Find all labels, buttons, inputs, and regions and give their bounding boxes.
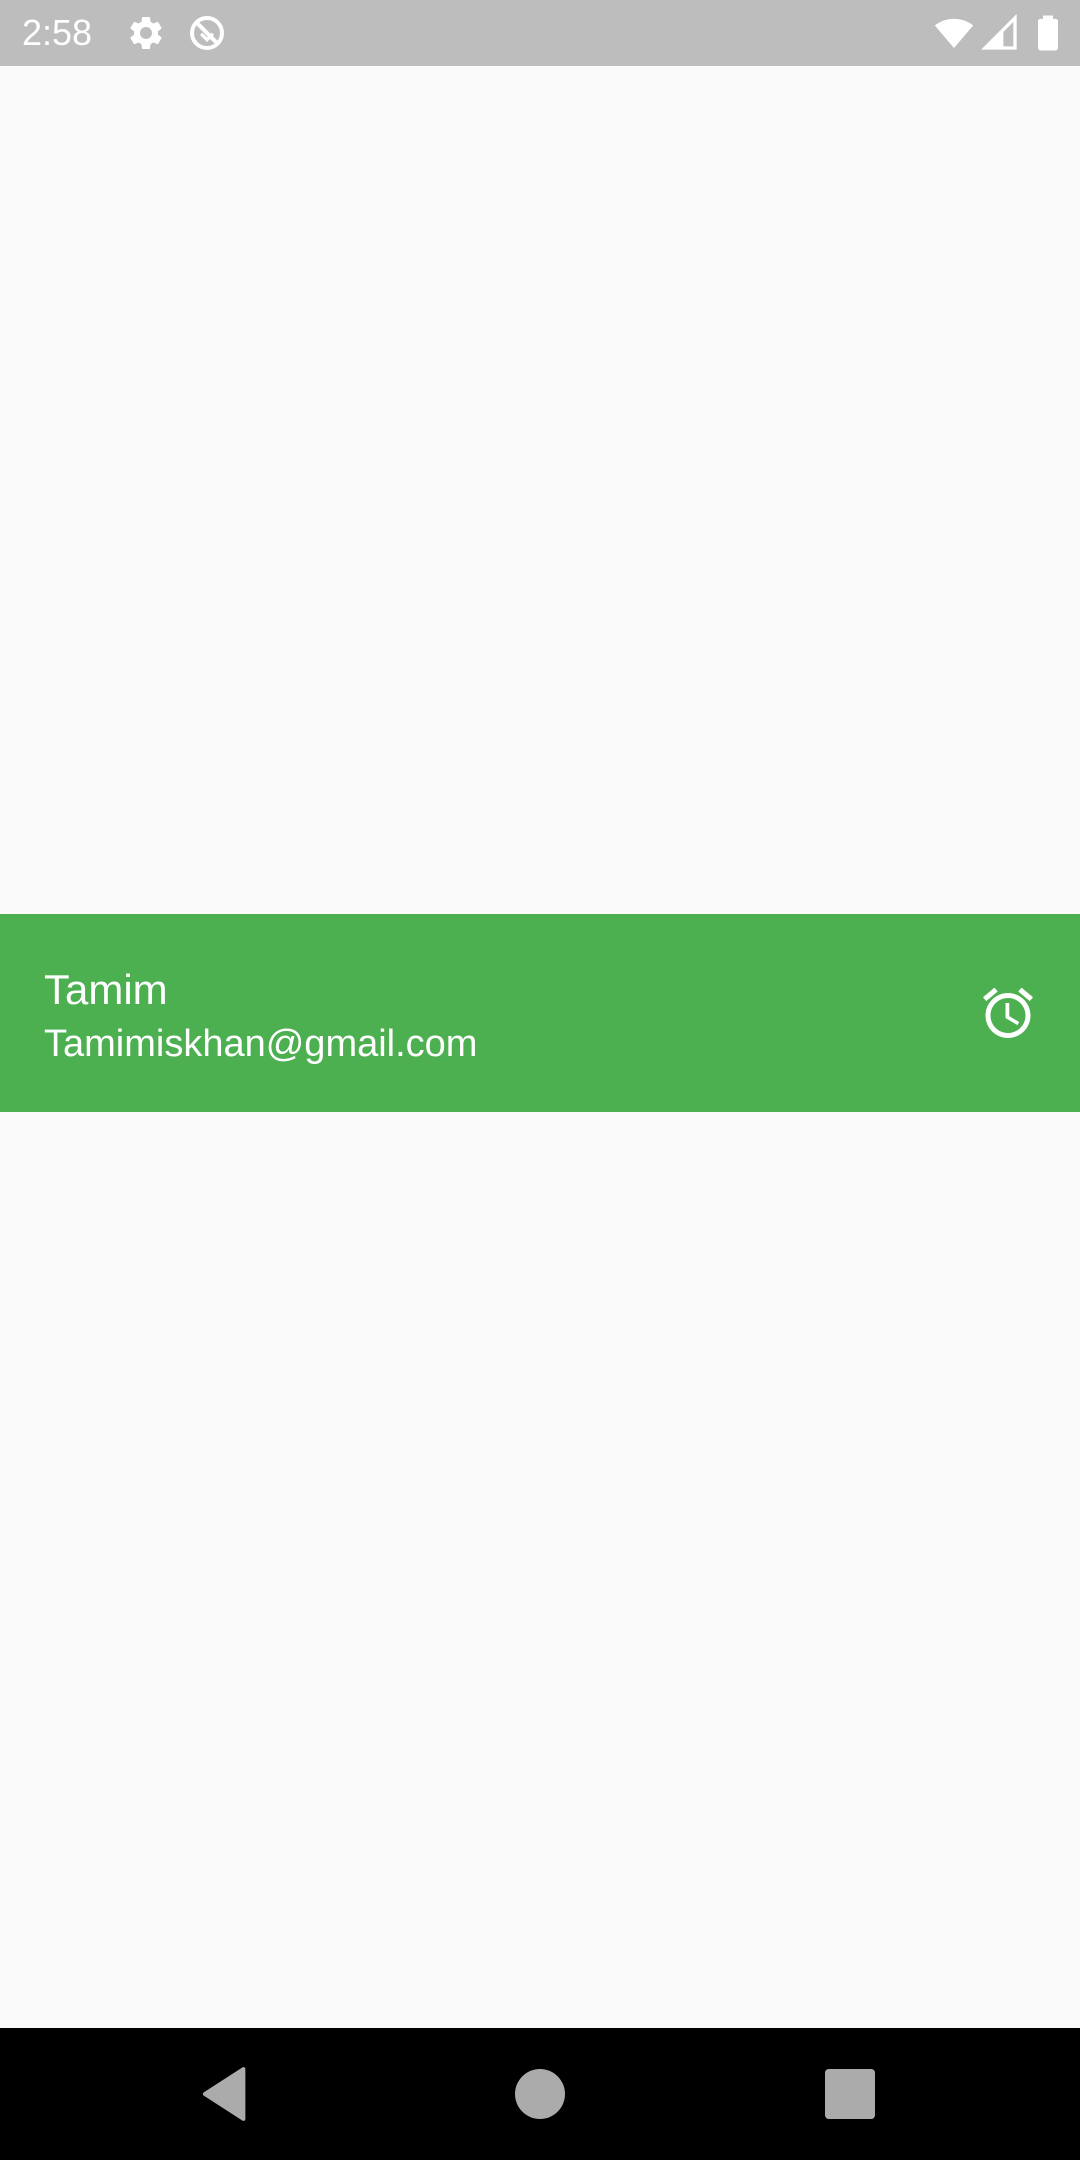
gear-icon bbox=[126, 13, 166, 53]
app-screen: 2:58 Tamim Tamimiskhan@gmail.com bbox=[0, 0, 1080, 2160]
back-icon[interactable] bbox=[196, 2064, 256, 2124]
wifi-icon bbox=[934, 13, 974, 53]
battery-icon bbox=[1028, 13, 1068, 53]
user-email: Tamimiskhan@gmail.com bbox=[44, 1023, 478, 1065]
no-disturb-icon bbox=[187, 13, 227, 53]
user-name: Tamim bbox=[44, 966, 168, 1013]
recents-icon[interactable] bbox=[820, 2064, 880, 2124]
user-list-item[interactable]: Tamim Tamimiskhan@gmail.com bbox=[0, 914, 1080, 1112]
home-icon[interactable] bbox=[510, 2064, 570, 2124]
status-bar: 2:58 bbox=[0, 0, 1080, 66]
status-time: 2:58 bbox=[22, 12, 93, 53]
navigation-bar bbox=[0, 2028, 1080, 2160]
alarm-clock-icon[interactable] bbox=[978, 983, 1038, 1043]
cell-signal-icon bbox=[980, 13, 1020, 53]
